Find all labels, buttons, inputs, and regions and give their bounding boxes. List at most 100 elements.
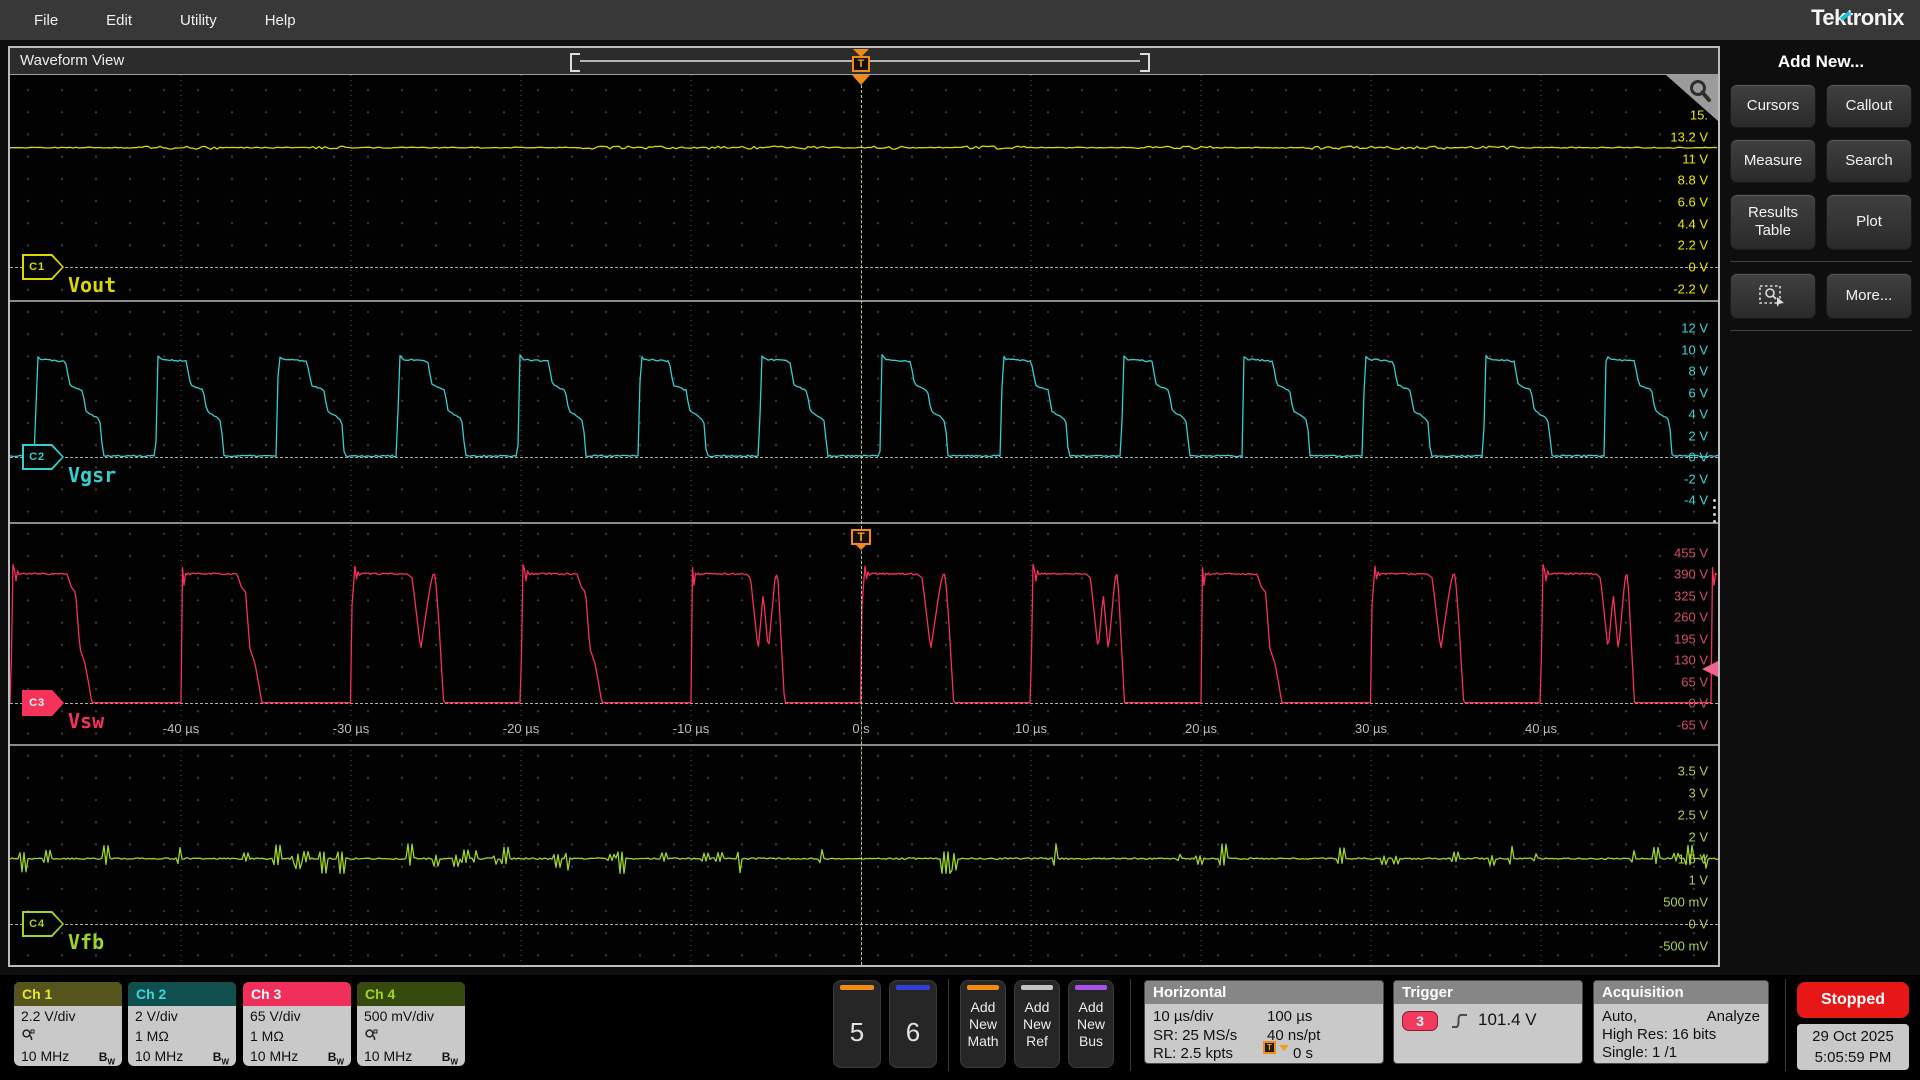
scale-label: 12 V xyxy=(1681,320,1708,336)
acquisition-mode: Auto, xyxy=(1602,1008,1638,1025)
scale-label: 2 V xyxy=(1688,428,1708,443)
overview-right-bracket-icon[interactable] xyxy=(1140,53,1150,72)
slice-separator xyxy=(10,522,1718,524)
channel-name-label: Vout xyxy=(68,273,117,297)
trigger-position-flag-icon[interactable]: T xyxy=(852,56,870,72)
add-new-sidebar: Add New... Cursors Callout Measure Search Re… xyxy=(1726,46,1916,967)
channel-card-coupling: 1 MΩ xyxy=(250,1028,284,1044)
horizontal-settings-card[interactable]: Horizontal 10 µs/div 100 µs SR: 25 MS/s … xyxy=(1144,980,1384,1064)
scale-label: 0 V xyxy=(1688,259,1708,275)
channel-badge-c4[interactable]: C4 xyxy=(22,911,64,937)
scale-label: 1.5 V xyxy=(1677,851,1708,867)
trigger-card-title: Trigger xyxy=(1394,981,1582,1004)
channel-card-ch3[interactable]: Ch 3 65 V/div 1 MΩ 10 MHz BW xyxy=(243,982,351,1066)
channel-card-bandwidth: 10 MHz BW xyxy=(128,1046,236,1066)
aux-channel-number: 5 xyxy=(849,1017,865,1047)
add-new-ref-button[interactable]: Add New Ref xyxy=(1014,980,1060,1068)
scale-label: -2 V xyxy=(1684,471,1708,486)
add-new-cursors-button[interactable]: Cursors xyxy=(1730,84,1816,128)
scale-label: 390 V xyxy=(1674,566,1708,582)
channel-card-bandwidth: 10 MHz BW xyxy=(14,1046,122,1066)
channel-badge-c2[interactable]: C2 xyxy=(22,444,64,470)
aux-channel-number: 6 xyxy=(905,1017,921,1047)
button-color-stripe xyxy=(1021,985,1053,990)
channel-card-vdiv: 500 mV/div xyxy=(364,1008,435,1024)
trigger-level-arrow-icon[interactable] xyxy=(1702,661,1718,677)
trigger-position-mini-icon: T xyxy=(1263,1041,1276,1054)
add-new-math-button[interactable]: Add New Math xyxy=(960,980,1006,1068)
menu-item-help[interactable]: Help xyxy=(241,12,320,29)
add-new-title: Add New... xyxy=(1777,52,1865,71)
sample-rate: SR: 25 MS/s xyxy=(1153,1027,1238,1044)
menu-item-file[interactable]: File xyxy=(10,12,82,29)
scale-label: 260 V xyxy=(1674,609,1708,625)
acquisition-single: Single: 1 /1 xyxy=(1602,1044,1678,1061)
bottom-divider xyxy=(948,979,949,1071)
add-new-plot-button[interactable]: Plot xyxy=(1826,194,1912,250)
slice-separator xyxy=(10,744,1718,746)
waveform-view-title: Waveform View xyxy=(20,52,125,69)
scale-label: 4.4 V xyxy=(1677,216,1708,232)
channel-name-label: Vgsr xyxy=(68,463,117,487)
channel-card-ch2[interactable]: Ch 2 2 V/div 1 MΩ 10 MHz BW xyxy=(128,982,236,1066)
channel-badge-label: C3 xyxy=(29,697,46,709)
channel-slice-vfb: 3.5 V 3 V 2.5 V 2 V 1.5 V 1 V 500 mV 0 V -500 mV… xyxy=(10,744,1718,965)
channel-color-stripe xyxy=(896,985,930,990)
scale-label: 195 V xyxy=(1674,631,1708,646)
channel-badge-c1[interactable]: C1 xyxy=(22,254,64,280)
add-new-bus-button[interactable]: Add New Bus xyxy=(1068,980,1114,1068)
trigger-top-triangle-icon[interactable] xyxy=(852,75,870,85)
scale-label: 2 V xyxy=(1688,829,1708,845)
time-axis-label: -20 µs xyxy=(502,721,540,736)
channel-badge-label: C2 xyxy=(29,451,46,463)
add-new-callout-button[interactable]: Callout xyxy=(1826,84,1912,128)
overview-left-bracket-icon[interactable] xyxy=(570,53,580,72)
trigger-source-badge: 3 xyxy=(1402,1011,1438,1031)
scale-label: 6.6 V xyxy=(1677,194,1708,210)
add-new-search-button[interactable]: Search xyxy=(1826,139,1912,183)
sidebar-divider xyxy=(1730,330,1912,331)
channel-badge-c3[interactable]: C3 xyxy=(22,690,64,716)
bottom-divider xyxy=(1785,979,1786,1071)
zoom-select-icon xyxy=(1759,285,1784,307)
magnifier-icon[interactable] xyxy=(1687,78,1713,104)
add-new-results-table-button[interactable]: Results Table xyxy=(1730,194,1816,250)
trigger-event-flag-point-icon xyxy=(854,543,868,550)
menu-item-utility[interactable]: Utility xyxy=(156,12,241,29)
scale-label: 6 V xyxy=(1688,385,1708,400)
channel-badge-label: C4 xyxy=(29,918,46,930)
horizontal-window: 100 µs xyxy=(1267,1008,1313,1025)
add-new-measure-button[interactable]: Measure xyxy=(1730,139,1816,183)
trigger-level: 101.4 V xyxy=(1478,1010,1537,1029)
add-new-button-label: Add New Math xyxy=(967,999,999,1049)
bandwidth-limit-badge: BW xyxy=(327,1050,344,1066)
acquisition-settings-card[interactable]: Acquisition Auto, Analyze High Res: 16 b… xyxy=(1593,980,1769,1064)
waveform-trace-vout xyxy=(10,145,1718,150)
channel-card-header: Ch 4 xyxy=(357,982,465,1006)
waveform-view-panel: Waveform View T 15. 13.2 V 11 V 8.8 V 6.6 V4… xyxy=(8,46,1720,967)
aux-channel-5-button[interactable]: 5 xyxy=(833,980,881,1068)
scale-label: 8 V xyxy=(1688,363,1708,379)
horizontal-position-overview[interactable]: T xyxy=(568,48,1152,74)
acquisition-resolution: High Res: 16 bits xyxy=(1602,1026,1717,1043)
aux-channel-6-button[interactable]: 6 xyxy=(889,980,937,1068)
channel-card-ch4[interactable]: Ch 4 500 mV/div 10 MHz BW xyxy=(357,982,465,1066)
trigger-settings-card[interactable]: Trigger 3 101.4 V xyxy=(1393,980,1583,1064)
trigger-time-line xyxy=(861,75,862,965)
more-button[interactable]: More... xyxy=(1826,273,1912,319)
channel-card-header: Ch 1 xyxy=(14,982,122,1006)
run-stop-status-button[interactable]: Stopped xyxy=(1797,982,1909,1018)
trigger-slope-icon xyxy=(1452,1014,1467,1028)
settings-bar: Ch 1 2.2 V/div 10 MHz BW Ch 2 2 V/div 1 MΩ 10 M… xyxy=(0,975,1920,1080)
probe-icon xyxy=(22,1029,35,1041)
panel-resize-handle[interactable] xyxy=(1712,495,1717,527)
waveform-trace-vfb xyxy=(10,843,1718,875)
menu-item-edit[interactable]: Edit xyxy=(82,12,156,29)
button-color-stripe xyxy=(1075,985,1107,990)
zoom-select-button[interactable] xyxy=(1730,273,1816,319)
waveform-view-titlebar: Waveform View T xyxy=(10,48,1718,75)
channel-card-header: Ch 2 xyxy=(128,982,236,1006)
bandwidth-limit-badge: BW xyxy=(441,1050,458,1066)
channel-card-ch1[interactable]: Ch 1 2.2 V/div 10 MHz BW xyxy=(14,982,122,1066)
scale-label: 10 V xyxy=(1681,342,1708,357)
